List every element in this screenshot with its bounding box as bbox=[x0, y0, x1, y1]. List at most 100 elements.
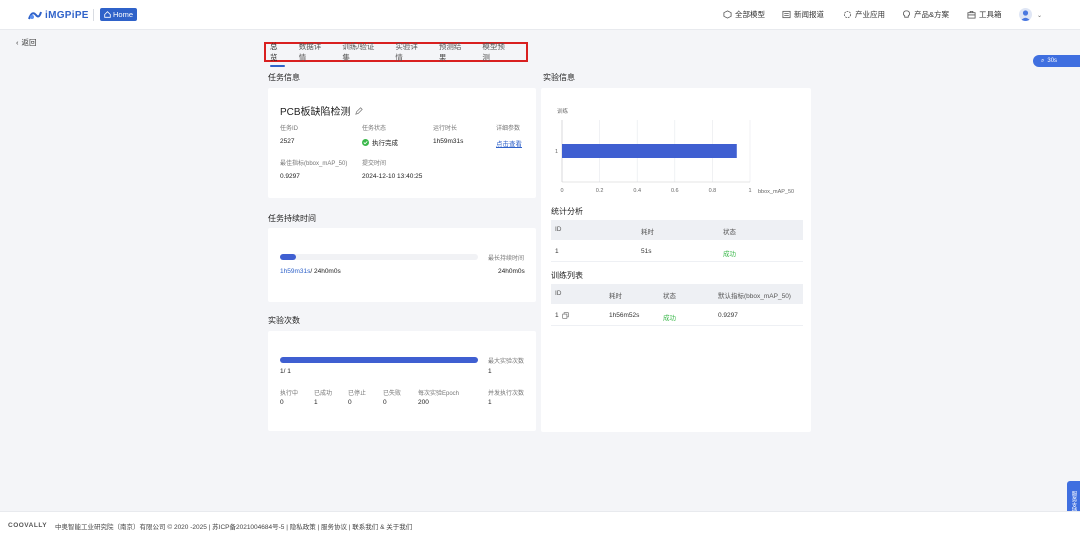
chart-category-label: 1 bbox=[555, 149, 558, 155]
stats-header-id: ID bbox=[555, 226, 562, 233]
back-button[interactable]: ‹ 返回 bbox=[16, 37, 37, 48]
tab-experiment-details[interactable]: 实验详情 bbox=[395, 41, 432, 63]
duration-total: / 24h0m0s bbox=[310, 268, 341, 275]
train-cell-metric: 0.9297 bbox=[718, 312, 738, 319]
chart-ylabel: 训练 bbox=[557, 107, 569, 115]
best-metric-value: 0.9297 bbox=[280, 173, 300, 180]
stat-concurrency-value: 1 bbox=[488, 399, 492, 406]
nav-label: 新闻报道 bbox=[794, 10, 824, 19]
task-id-value: 2527 bbox=[280, 138, 295, 145]
stats-cell-id: 1 bbox=[555, 248, 559, 255]
duration-elapsed: 1h59m31s bbox=[280, 268, 311, 275]
task-status: 执行完成 bbox=[362, 137, 398, 147]
bulb-icon bbox=[903, 10, 910, 18]
tab-prediction-results[interactable]: 预测结果 bbox=[439, 41, 476, 63]
stat-concurrency-label: 并发执行次数 bbox=[488, 391, 525, 397]
news-icon bbox=[782, 10, 791, 19]
stats-header-row: ID 耗时 状态 bbox=[551, 220, 803, 240]
task-title: PCB板缺陷检测 bbox=[280, 107, 351, 118]
chevron-left-icon: ‹ bbox=[16, 38, 19, 47]
nav-item-all-models[interactable]: 全部模型 bbox=[723, 9, 765, 20]
train-list-title: 训练列表 bbox=[551, 271, 583, 280]
timer-value: 30s bbox=[1047, 58, 1058, 64]
nav-label: 全部模型 bbox=[735, 10, 765, 19]
top-bar: iMGPiPE Home 全部模型 新闻报道 产业应用 产品&方案 工具箱 ⌄ bbox=[0, 0, 1080, 30]
search-icon: ⌕ bbox=[1041, 57, 1045, 64]
gear-icon bbox=[843, 10, 852, 19]
avatar[interactable] bbox=[1019, 8, 1032, 21]
footer-brand: COOVALLY bbox=[8, 522, 48, 529]
stats-cell-time: 51s bbox=[641, 248, 652, 255]
logo-text: iMGPiPE bbox=[45, 9, 89, 21]
chart-xlabel: bbox_mAP_50 bbox=[758, 189, 794, 195]
chart-tick-label: 1 bbox=[748, 188, 751, 194]
duration-progress-track bbox=[280, 254, 478, 260]
chart-tick-label: 0 bbox=[560, 188, 563, 194]
train-header-row: ID 耗时 状态 默认指标(bbox_mAP_50) bbox=[551, 284, 803, 304]
runtime-label: 运行时长 bbox=[433, 126, 458, 132]
stat-stopped-label: 已停止 bbox=[348, 391, 367, 397]
exp-info-title: 实验信息 bbox=[543, 73, 575, 82]
home-button[interactable]: Home bbox=[100, 8, 138, 21]
max-duration-value: 24h0m0s bbox=[498, 268, 525, 275]
stats-cell-status: 成功 bbox=[723, 251, 736, 258]
duration-title: 任务持续时间 bbox=[268, 214, 316, 223]
stat-running-label: 执行中 bbox=[280, 391, 299, 397]
stat-stopped-value: 0 bbox=[348, 399, 352, 406]
stat-success-value: 1 bbox=[314, 399, 318, 406]
duration-progress-fill bbox=[280, 254, 297, 260]
copy-icon[interactable] bbox=[562, 312, 569, 319]
nav-label: 产业应用 bbox=[855, 10, 885, 19]
task-info-title: 任务信息 bbox=[268, 73, 300, 82]
chart-bar bbox=[562, 144, 737, 158]
stats-title: 统计分析 bbox=[551, 207, 583, 216]
task-id-label: 任务ID bbox=[280, 126, 299, 132]
train-header-id: ID bbox=[555, 290, 562, 297]
nav-label: 工具箱 bbox=[979, 10, 1002, 19]
home-label: Home bbox=[113, 10, 134, 19]
train-cell-id: 1 bbox=[555, 312, 559, 319]
table-row[interactable]: 1 1h56m52s 成功 0.9297 bbox=[551, 304, 803, 326]
train-header-status: 状态 bbox=[663, 293, 676, 300]
max-experiments-label: 最大实验次数 bbox=[488, 359, 525, 365]
chart-tick-label: 0.6 bbox=[671, 188, 679, 194]
max-experiments-value: 1 bbox=[488, 368, 492, 375]
max-duration-label: 最长持续时间 bbox=[488, 256, 525, 262]
timer-pill[interactable]: ⌕ 30s bbox=[1033, 55, 1080, 67]
tab-overview[interactable]: 总览 bbox=[270, 41, 292, 67]
nav-item-industry[interactable]: 产业应用 bbox=[843, 9, 885, 20]
nav-item-products[interactable]: 产品&方案 bbox=[902, 9, 949, 20]
submit-time-label: 提交时间 bbox=[362, 161, 387, 167]
table-row[interactable]: 1 51s 成功 bbox=[551, 240, 803, 262]
tab-bar: 总览 数据详情 训练/验证集 实验详情 预测结果 模型预测 bbox=[264, 41, 528, 67]
tab-train-val-set[interactable]: 训练/验证集 bbox=[342, 41, 388, 63]
task-title-row: PCB板缺陷检测 bbox=[280, 103, 363, 118]
runtime-value: 1h59m31s bbox=[433, 138, 464, 145]
train-header-metric: 默认指标(bbox_mAP_50) bbox=[718, 293, 791, 300]
params-link[interactable]: 点击查看 bbox=[496, 138, 522, 148]
chart-tick-label: 0.2 bbox=[596, 188, 604, 194]
nav-label: 产品&方案 bbox=[914, 10, 950, 19]
experiments-title: 实验次数 bbox=[268, 316, 300, 325]
tab-data-details[interactable]: 数据详情 bbox=[299, 41, 336, 63]
edit-icon[interactable] bbox=[354, 106, 363, 115]
duration-progress-text: 1h59m31s/ 24h0m0s bbox=[280, 268, 341, 275]
train-cell-status: 成功 bbox=[663, 315, 676, 322]
tab-model-prediction[interactable]: 模型预测 bbox=[482, 41, 519, 63]
chevron-down-icon[interactable]: ⌄ bbox=[1037, 12, 1042, 19]
nav-item-toolbox[interactable]: 工具箱 bbox=[967, 9, 1002, 20]
logo[interactable]: iMGPiPE bbox=[28, 8, 89, 22]
task-info-card: PCB板缺陷检测 任务ID 2527 任务状态 执行完成 运行时长 1h59m3… bbox=[268, 88, 536, 198]
train-cell-id-wrap: 1 bbox=[555, 312, 569, 319]
params-label: 详细参数 bbox=[496, 126, 521, 132]
stats-header-status: 状态 bbox=[723, 229, 736, 236]
duration-card: 最长持续时间 1h59m31s/ 24h0m0s 24h0m0s bbox=[268, 228, 536, 302]
stat-epoch-value: 200 bbox=[418, 399, 429, 406]
stat-epoch-label: 每次实验Epoch bbox=[418, 391, 460, 397]
nav-item-news[interactable]: 新闻报道 bbox=[782, 9, 824, 20]
stat-running-value: 0 bbox=[280, 399, 284, 406]
best-metric-label: 最佳指标(bbox_mAP_50) bbox=[280, 161, 348, 167]
divider bbox=[93, 9, 94, 21]
logo-icon bbox=[28, 11, 42, 20]
cube-icon bbox=[723, 10, 732, 19]
